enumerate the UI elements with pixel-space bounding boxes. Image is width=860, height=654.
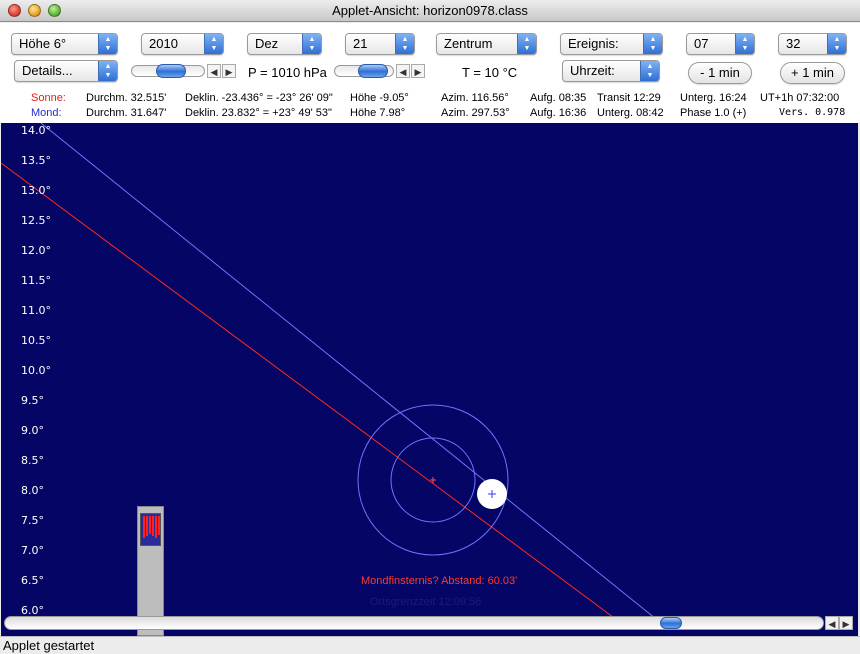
moon-declination: Deklin. 23.832° = +23° 49' 53" <box>185 107 332 119</box>
select-arrows-icon: ▲ ▼ <box>204 34 223 54</box>
y-tick: 8.0° <box>21 484 44 497</box>
temperature-label: T = 10 °C <box>462 65 518 80</box>
eclipse-distance-text: Mondfinsternis? Abstand: 60.03' <box>361 575 518 587</box>
window-titlebar: Applet-Ansicht: horizon0978.class <box>0 0 860 22</box>
slider-left-arrow-icon[interactable]: ◀ <box>396 64 410 78</box>
moon-rise: Aufg. 16:36 <box>530 107 587 119</box>
y-tick: 12.0° <box>21 244 51 257</box>
y-tick: 12.5° <box>21 214 51 227</box>
azimuth-scrollbar[interactable]: ◀ ▶ <box>4 615 855 632</box>
pressure-label: P = 1010 hPa <box>248 65 327 80</box>
sun-set: Unterg. 16:24 <box>680 92 747 104</box>
moon-phase: Phase 1.0 (+) <box>680 107 747 119</box>
sun-diameter: Durchm. 32.515' <box>86 92 167 104</box>
minimize-window-icon[interactable] <box>28 4 41 17</box>
y-tick: 14.0° <box>21 124 51 137</box>
sun-altitude: Höhe -9.05° <box>350 92 409 104</box>
sun-label: Sonne: <box>31 92 66 104</box>
moon-azimuth: Azim. 297.53° <box>441 107 510 119</box>
plus-minute-button[interactable]: + 1 min <box>780 62 845 84</box>
moon-path-line <box>40 123 662 624</box>
scrollbar-track[interactable] <box>4 616 824 630</box>
select-arrows-icon: ▲ ▼ <box>735 34 754 54</box>
select-arrows-icon: ▲ ▼ <box>643 34 662 54</box>
select-arrows-icon: ▲ ▼ <box>395 34 414 54</box>
moon-set: Unterg. 08:42 <box>597 107 664 119</box>
select-arrows-icon: ▲ ▼ <box>98 61 117 81</box>
slider-right-arrow-icon[interactable]: ▶ <box>411 64 425 78</box>
y-tick: 11.0° <box>21 304 51 317</box>
hour-select[interactable]: 07 ▲ ▼ <box>686 33 755 55</box>
y-tick: 11.5° <box>21 274 51 287</box>
select-arrows-icon: ▲ ▼ <box>517 34 536 54</box>
time-mode-select[interactable]: Uhrzeit: ▲ ▼ <box>562 60 660 82</box>
slider-left-arrow-icon[interactable]: ◀ <box>207 64 221 78</box>
temperature-slider[interactable]: ◀ ▶ <box>334 63 426 79</box>
y-tick: 13.0° <box>21 184 51 197</box>
sun-azimuth: Azim. 116.56° <box>441 92 509 104</box>
sun-rise: Aufg. 08:35 <box>530 92 587 104</box>
month-select[interactable]: Dez ▲ ▼ <box>247 33 322 55</box>
y-tick: 9.0° <box>21 424 44 437</box>
y-tick: 6.5° <box>21 574 44 587</box>
minus-minute-button[interactable]: - 1 min <box>688 62 752 84</box>
y-tick: 13.5° <box>21 154 51 167</box>
y-tick: 8.5° <box>21 454 44 467</box>
select-arrows-icon: ▲ ▼ <box>827 34 846 54</box>
center-select[interactable]: Zentrum ▲ ▼ <box>436 33 537 55</box>
local-time-text: Ortsgrenzzeit 12:09:56 <box>370 596 482 608</box>
y-tick: 7.0° <box>21 544 44 557</box>
moon-diameter: Durchm. 31.647' <box>86 107 167 119</box>
altitude-select[interactable]: Höhe 6° ▲ ▼ <box>11 33 118 55</box>
window-title: Applet-Ansicht: horizon0978.class <box>332 3 528 18</box>
ecliptic-line <box>1 162 622 624</box>
y-tick: 10.5° <box>21 334 51 347</box>
gauge-indicator <box>140 513 161 546</box>
sun-transit: Transit 12:29 <box>597 92 661 104</box>
moon-altitude: Höhe 7.98° <box>350 107 406 119</box>
day-select[interactable]: 21 ▲ ▼ <box>345 33 415 55</box>
temperature-slider-thumb[interactable] <box>358 64 388 78</box>
select-arrows-icon: ▲ ▼ <box>98 34 117 54</box>
y-tick: 7.5° <box>21 514 44 527</box>
y-tick: 9.5° <box>21 394 44 407</box>
year-select[interactable]: 2010 ▲ ▼ <box>141 33 224 55</box>
sky-view[interactable]: 14.0° 13.5° 13.0° 12.5° 12.0° 11.5° 11.0… <box>1 123 858 636</box>
scroll-right-arrow-icon[interactable]: ▶ <box>839 616 853 630</box>
select-arrows-icon: ▲ ▼ <box>640 61 659 81</box>
utc-time: UT+1h 07:32:00 <box>760 92 840 104</box>
close-window-icon[interactable] <box>8 4 21 17</box>
moon-label: Mond: <box>31 107 62 119</box>
scroll-left-arrow-icon[interactable]: ◀ <box>825 616 839 630</box>
pressure-slider[interactable]: ◀ ▶ <box>131 63 237 79</box>
slider-right-arrow-icon[interactable]: ▶ <box>222 64 236 78</box>
zoom-window-icon[interactable] <box>48 4 61 17</box>
y-tick: 10.0° <box>21 364 51 377</box>
version-label: Vers. 0.978 <box>779 107 846 118</box>
minute-select[interactable]: 32 ▲ ▼ <box>778 33 847 55</box>
event-select[interactable]: Ereignis: ▲ ▼ <box>560 33 663 55</box>
status-bar: Applet gestartet <box>0 636 860 654</box>
sun-declination: Deklin. -23.436° = -23° 26' 09" <box>185 92 333 104</box>
sky-canvas <box>1 123 662 624</box>
select-arrows-icon: ▲ ▼ <box>302 34 321 54</box>
scrollbar-thumb[interactable] <box>660 617 682 629</box>
status-text: Applet gestartet <box>3 638 95 653</box>
controls-panel: Höhe 6° ▲ ▼ 2010 ▲ ▼ Dez ▲ ▼ 21 ▲ ▼ Zentrum … <box>0 23 860 123</box>
details-select[interactable]: Details... ▲ ▼ <box>14 60 118 82</box>
pressure-slider-thumb[interactable] <box>156 64 186 78</box>
